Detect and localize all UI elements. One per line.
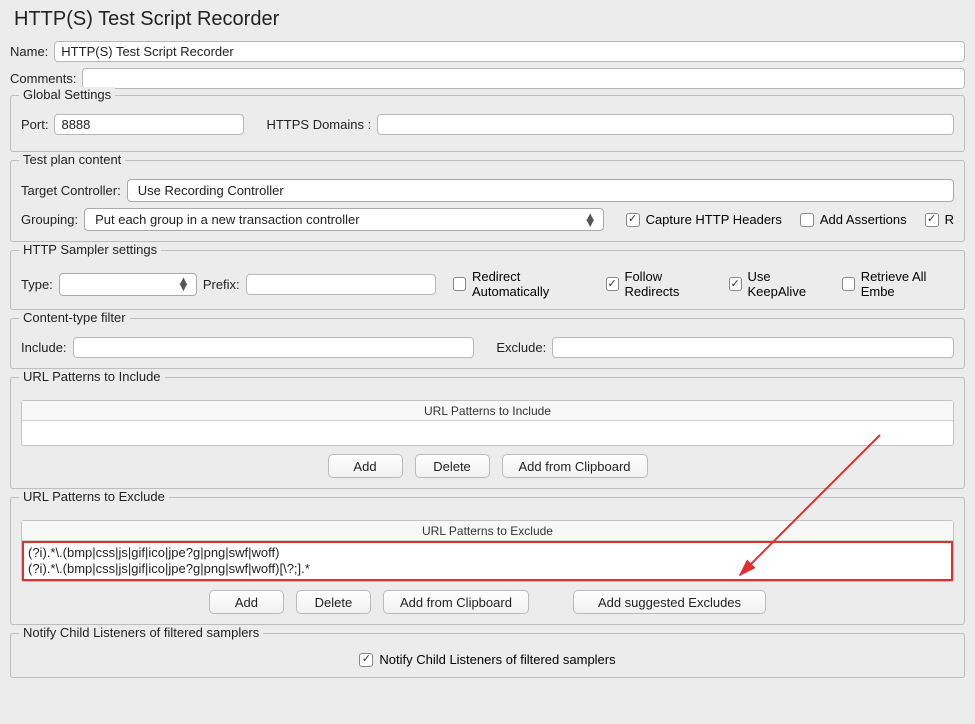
include-label: Include: [21,340,67,355]
grouping-value: Put each group in a new transaction cont… [95,212,360,227]
type-label: Type: [21,277,53,292]
global-settings-legend: Global Settings [19,87,115,102]
follow-redirects-checkbox[interactable]: Follow Redirects [606,269,712,299]
add-assertions-checkbox[interactable]: Add Assertions [800,212,907,227]
prefix-label: Prefix: [203,277,240,292]
port-label: Port: [21,117,48,132]
name-label: Name: [10,44,48,59]
grouping-label: Grouping: [21,212,78,227]
notify-child-listeners-label: Notify Child Listeners of filtered sampl… [379,652,615,667]
include-input[interactable] [73,337,475,358]
notify-child-listeners-checkbox[interactable]: Notify Child Listeners of filtered sampl… [359,652,615,667]
retrieve-all-embedded-label: Retrieve All Embe [861,269,954,299]
url-patterns-include-legend: URL Patterns to Include [19,369,165,384]
last-partial-checkbox[interactable]: R [925,212,954,227]
https-domains-label: HTTPS Domains : [266,117,371,132]
use-keepalive-label: Use KeepAlive [748,269,825,299]
exclude-pattern-row[interactable]: (?i).*\.(bmp|css|js|gif|ico|jpe?g|png|sw… [28,561,947,577]
url-include-listarea[interactable]: URL Patterns to Include [21,400,954,446]
notify-child-listeners-legend: Notify Child Listeners of filtered sampl… [19,625,263,640]
follow-redirects-label: Follow Redirects [625,269,712,299]
type-combo[interactable]: ▲▼ [59,273,197,296]
port-input[interactable] [54,114,244,135]
use-keepalive-checkbox[interactable]: Use KeepAlive [729,269,825,299]
exclude-add-button[interactable]: Add [209,590,284,614]
add-assertions-label: Add Assertions [820,212,907,227]
updown-icon: ▲▼ [177,278,190,290]
retrieve-all-embedded-checkbox[interactable]: Retrieve All Embe [842,269,954,299]
exclude-add-from-clipboard-button[interactable]: Add from Clipboard [383,590,529,614]
capture-http-headers-checkbox[interactable]: Capture HTTP Headers [626,212,782,227]
name-input[interactable] [54,41,965,62]
target-controller-label: Target Controller: [21,183,121,198]
redirect-automatically-checkbox[interactable]: Redirect Automatically [453,269,588,299]
updown-icon: ▲▼ [584,214,597,226]
test-plan-content-legend: Test plan content [19,152,125,167]
url-exclude-header: URL Patterns to Exclude [22,521,953,541]
url-patterns-exclude-legend: URL Patterns to Exclude [19,489,169,504]
redirect-automatically-label: Redirect Automatically [472,269,588,299]
comments-input[interactable] [82,68,965,89]
target-controller-combo[interactable]: Use Recording Controller [127,179,954,202]
exclude-delete-button[interactable]: Delete [296,590,371,614]
grouping-combo[interactable]: Put each group in a new transaction cont… [84,208,603,231]
include-delete-button[interactable]: Delete [415,454,490,478]
http-sampler-settings-legend: HTTP Sampler settings [19,242,161,257]
page-title: HTTP(S) Test Script Recorder [14,8,965,31]
capture-http-headers-label: Capture HTTP Headers [646,212,782,227]
url-include-header: URL Patterns to Include [22,401,953,421]
exclude-pattern-row[interactable]: (?i).*\.(bmp|css|js|gif|ico|jpe?g|png|sw… [28,545,947,561]
exclude-input[interactable] [552,337,954,358]
https-domains-input[interactable] [377,114,954,135]
last-partial-label: R [945,212,954,227]
url-exclude-listarea[interactable]: URL Patterns to Exclude (?i).*\.(bmp|css… [21,520,954,582]
comments-label: Comments: [10,71,76,86]
add-suggested-excludes-button[interactable]: Add suggested Excludes [573,590,766,614]
prefix-input[interactable] [246,274,436,295]
content-type-filter-legend: Content-type filter [19,310,130,325]
include-add-button[interactable]: Add [328,454,403,478]
target-controller-value: Use Recording Controller [138,183,284,198]
exclude-patterns-highlighted: (?i).*\.(bmp|css|js|gif|ico|jpe?g|png|sw… [22,541,953,581]
include-add-from-clipboard-button[interactable]: Add from Clipboard [502,454,648,478]
exclude-label: Exclude: [496,340,546,355]
